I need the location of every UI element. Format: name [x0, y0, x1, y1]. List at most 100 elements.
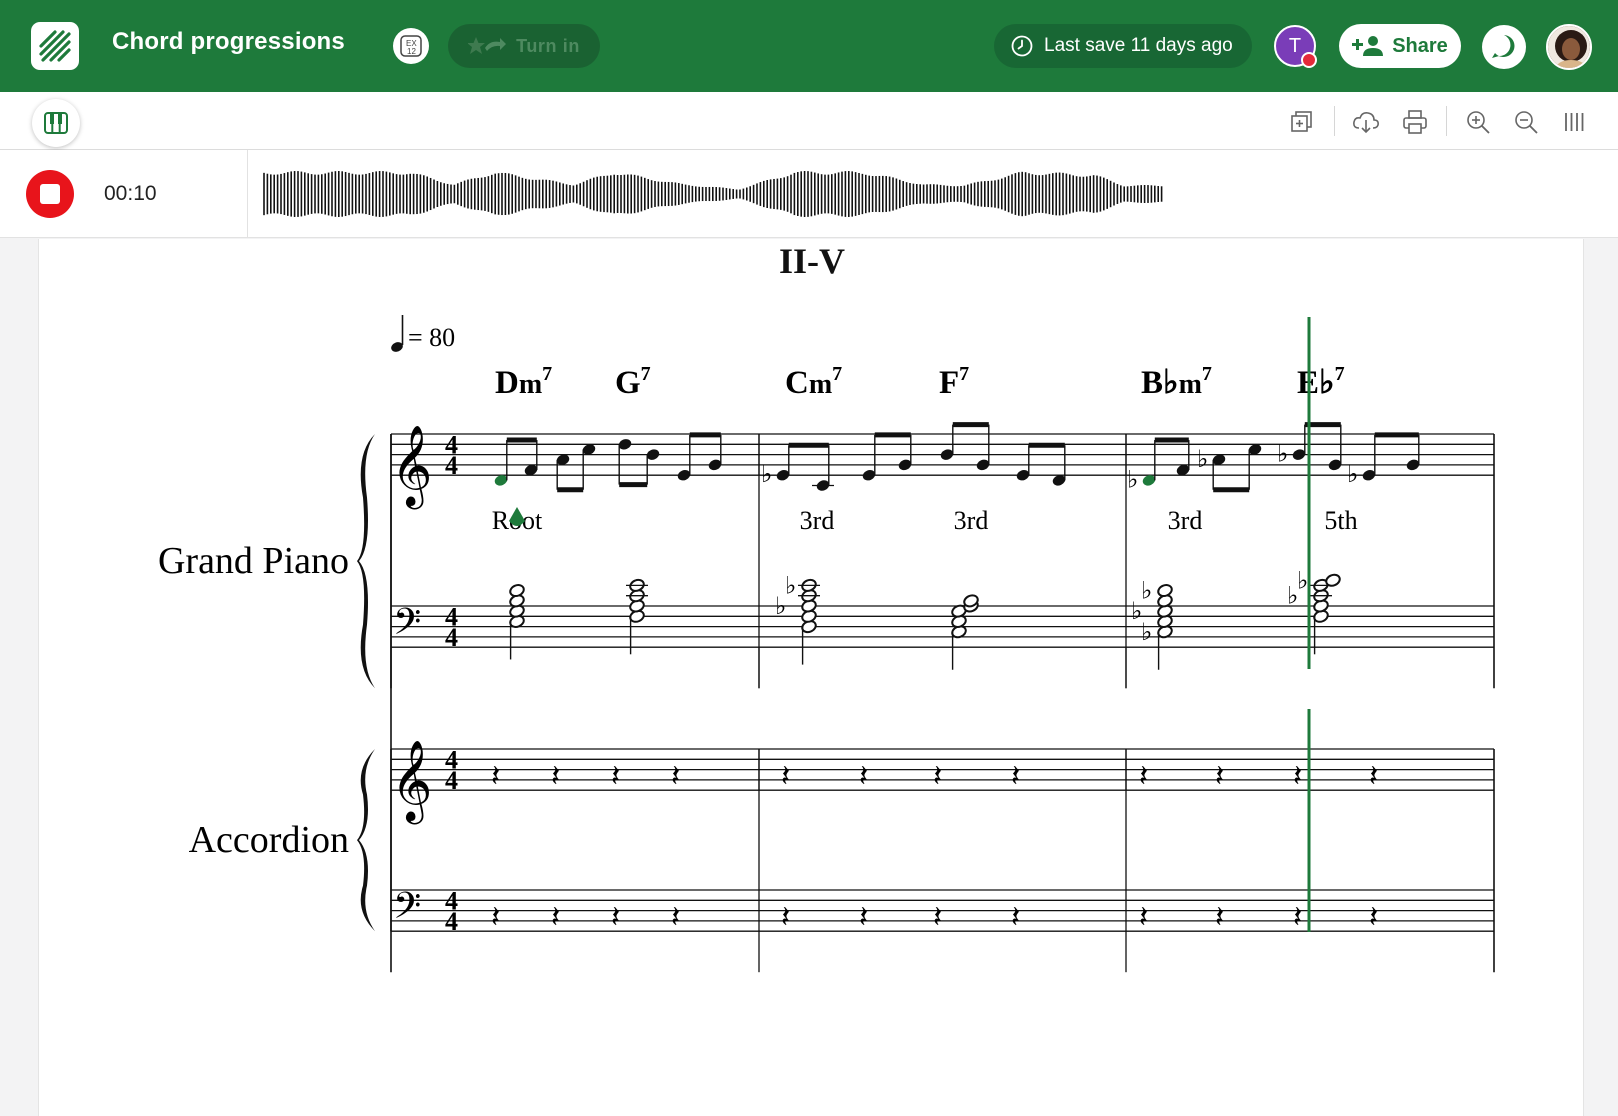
download-button[interactable]	[1352, 108, 1380, 136]
time-signature-bottom: 4	[445, 451, 458, 480]
score-toolbar	[0, 92, 1618, 150]
quarter-rest: 𝄽	[1139, 901, 1148, 934]
toolbar-divider	[1446, 106, 1447, 136]
svg-text:12: 12	[407, 47, 416, 56]
add-page-button[interactable]	[1288, 108, 1316, 136]
svg-text:?: ?	[1500, 39, 1509, 55]
zoom-out-icon	[1515, 111, 1538, 134]
chord-extension: 7	[542, 363, 552, 385]
note-head	[509, 584, 525, 598]
brace	[357, 434, 375, 689]
cloud-download-icon	[1353, 112, 1379, 134]
quarter-rest: 𝄽	[1011, 901, 1020, 934]
chord-root: G	[615, 365, 641, 401]
chord-quality: m	[1179, 369, 1202, 400]
quarter-rest: 𝄽	[611, 760, 620, 793]
columns-icon	[1565, 113, 1584, 131]
share-button[interactable]: Share	[1339, 24, 1461, 68]
chord-extension: 7	[959, 363, 969, 385]
chord-extension: 7	[1202, 363, 1212, 385]
chord-symbol: F7	[939, 363, 969, 401]
quarter-rest: 𝄽	[933, 760, 942, 793]
flat-accidental: ♭	[1297, 568, 1308, 594]
layout-toggle-button[interactable]	[1560, 108, 1588, 136]
chord-extension: 7	[641, 363, 651, 385]
help-button[interactable]: ?	[1482, 25, 1526, 69]
quarter-rest: 𝄽	[1215, 760, 1224, 793]
toolbar-divider	[1334, 106, 1335, 136]
print-icon	[1403, 110, 1427, 134]
user-avatar[interactable]	[1546, 24, 1592, 70]
chord-symbol: Cm7	[785, 363, 842, 401]
quarter-rest: 𝄽	[491, 901, 500, 934]
quarter-rest: 𝄽	[933, 901, 942, 934]
interval-annotation: 3rd	[1168, 506, 1203, 535]
quarter-rest: 𝄽	[671, 901, 680, 934]
quarter-rest: 𝄽	[781, 901, 790, 934]
flat-accidental: ♭	[1197, 447, 1208, 473]
quarter-rest: 𝄽	[859, 760, 868, 793]
flat-accidental: ♭	[1141, 579, 1152, 605]
app-logo-icon[interactable]	[31, 22, 79, 70]
recording-timer: 00:10	[104, 182, 157, 205]
interval-annotation: 3rd	[954, 506, 989, 535]
flat-accidental: ♭	[1127, 467, 1138, 493]
time-signature-bottom: 4	[445, 623, 458, 652]
flat-accidental: ♭	[1287, 584, 1298, 610]
brace	[357, 749, 375, 932]
help-icon: ?	[1492, 35, 1515, 58]
add-page-icon	[1291, 111, 1312, 132]
tempo-marking: = 80	[408, 323, 455, 352]
last-save-label: Last save 11 days ago	[1044, 35, 1233, 56]
instrument-name: Grand Piano	[158, 540, 349, 582]
treble-clef: 𝄞	[391, 741, 432, 824]
turn-in-label: Turn in	[516, 35, 580, 56]
quarter-rest: 𝄽	[551, 760, 560, 793]
chord-extension: 7	[1335, 363, 1345, 385]
quarter-rest: 𝄽	[1369, 901, 1378, 934]
turn-in-button[interactable]: Turn in	[448, 24, 600, 68]
top-bar: Chord progressions EX 12 Turn in Last sa…	[0, 0, 1618, 92]
metronome-button[interactable]: EX 12	[393, 28, 429, 64]
zoom-out-button[interactable]	[1512, 108, 1540, 136]
audio-waveform[interactable]	[262, 150, 1182, 238]
stop-recording-button[interactable]	[26, 170, 74, 218]
score-notation[interactable]: Grand PianoAccordion𝄞 44𝄢 44𝄞 44𝄢 44= 80Dm7 G…	[39, 239, 1585, 1116]
chord-symbol: E♭7	[1297, 363, 1345, 401]
collaborator-initial: T	[1288, 34, 1302, 57]
quarter-rest: 𝄽	[1369, 760, 1378, 793]
quarter-rest: 𝄽	[611, 901, 620, 934]
quarter-rest: 𝄽	[1293, 760, 1302, 793]
chord-symbol: B♭m7	[1141, 363, 1212, 401]
quarter-rest: 𝄽	[859, 901, 868, 934]
treble-clef: 𝄞	[391, 426, 432, 509]
zoom-in-icon	[1467, 111, 1490, 134]
chord-symbol: Dm7	[495, 363, 552, 401]
online-status-dot	[1301, 52, 1317, 68]
quarter-rest: 𝄽	[1139, 760, 1148, 793]
collaborator-avatar[interactable]: T	[1274, 25, 1317, 68]
flat-accidental: ♭	[775, 594, 786, 620]
flat-accidental: ♭	[1347, 462, 1358, 488]
flat-accidental: ♭	[785, 573, 796, 599]
recording-controls: 00:10	[0, 150, 248, 238]
quarter-rest: 𝄽	[1293, 901, 1302, 934]
chord-root: E♭	[1297, 365, 1335, 401]
add-person-icon	[1352, 36, 1384, 56]
bass-clef: 𝄢	[393, 886, 421, 935]
keyboard-toggle-button[interactable]	[32, 99, 80, 147]
chord-quality: m	[519, 369, 542, 400]
chord-root: F	[939, 365, 959, 401]
flat-accidental: ♭	[1141, 620, 1152, 646]
flat-accidental: ♭	[761, 462, 772, 488]
metronome-icon: EX 12	[400, 35, 422, 57]
zoom-in-button[interactable]	[1464, 108, 1492, 136]
instrument-name: Accordion	[189, 819, 349, 861]
quarter-rest: 𝄽	[671, 760, 680, 793]
chord-symbol: G7	[615, 363, 651, 401]
chord-quality: m	[809, 369, 832, 400]
piano-keyboard-icon	[44, 112, 68, 134]
document-title[interactable]: Chord progressions	[112, 28, 345, 56]
print-button[interactable]	[1401, 108, 1429, 136]
last-save-status[interactable]: Last save 11 days ago	[994, 24, 1252, 68]
